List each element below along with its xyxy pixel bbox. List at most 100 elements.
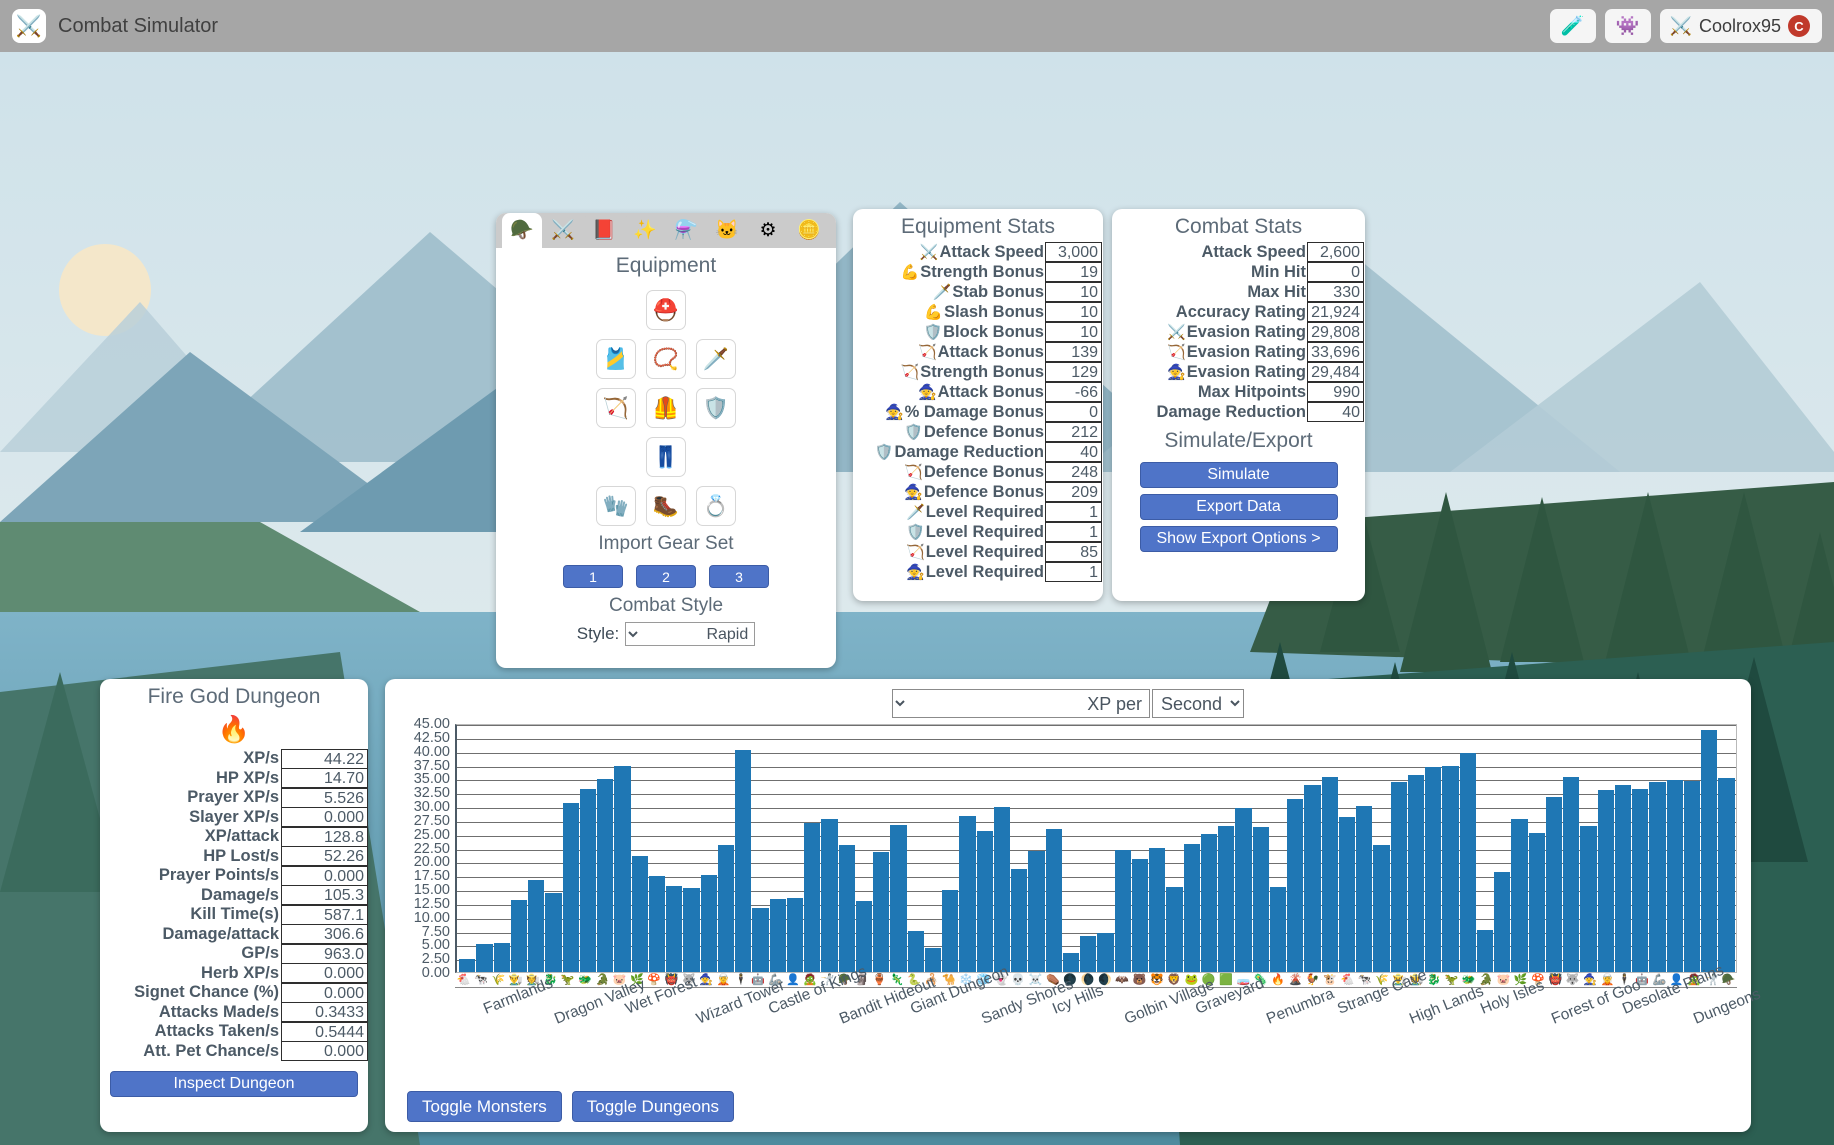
- export-data-button[interactable]: Export Data: [1139, 494, 1338, 520]
- chart-bar[interactable]: [1580, 825, 1597, 972]
- chart-bar[interactable]: [1183, 843, 1200, 972]
- chart-bar[interactable]: [1011, 868, 1028, 972]
- slot-quiver[interactable]: 🏹: [596, 388, 636, 428]
- chart-bar[interactable]: [528, 880, 545, 972]
- chart-bar[interactable]: [1545, 796, 1562, 972]
- inspect-dungeon-button[interactable]: Inspect Dungeon: [110, 1071, 358, 1097]
- chart-bar[interactable]: [1080, 936, 1097, 972]
- chart-bar[interactable]: [993, 807, 1010, 972]
- slot-shield[interactable]: 🛡️: [696, 388, 736, 428]
- chart-bar[interactable]: [1131, 858, 1148, 972]
- gear-set-button-3[interactable]: 3: [709, 565, 769, 588]
- metric-select[interactable]: XP perHP XP perPrayer XP perGP per: [892, 689, 1150, 718]
- chart-bar[interactable]: [683, 888, 700, 972]
- combat-style-select[interactable]: AccurateRapidLongrange: [625, 622, 756, 646]
- slot-platelegs[interactable]: 👖: [646, 437, 686, 477]
- show-export-options-button[interactable]: Show Export Options >: [1139, 526, 1338, 552]
- chart-bar[interactable]: [666, 886, 683, 972]
- chart-bar[interactable]: [1390, 781, 1407, 972]
- chart-bar[interactable]: [1528, 832, 1545, 972]
- chart-bar[interactable]: [1511, 819, 1528, 972]
- tab-combat[interactable]: ⚔️: [543, 213, 583, 248]
- chart-bar[interactable]: [717, 845, 734, 972]
- simulate-button[interactable]: Simulate: [1139, 462, 1338, 488]
- tab-loot[interactable]: 🪙: [789, 213, 829, 248]
- slot-weapon[interactable]: 🗡️: [696, 339, 736, 379]
- chart-bar[interactable]: [545, 893, 562, 972]
- monster-icon[interactable]: 👾: [1604, 9, 1651, 43]
- chart-bar[interactable]: [1200, 833, 1217, 972]
- toggle-monsters-button[interactable]: Toggle Monsters: [407, 1091, 562, 1122]
- chart-bar[interactable]: [786, 898, 803, 972]
- chart-bar[interactable]: [1373, 844, 1390, 972]
- user-chip[interactable]: ⚔️ Coolrox95 C: [1659, 9, 1822, 43]
- chart-bar[interactable]: [1097, 933, 1114, 972]
- tab-settings[interactable]: ⚙: [748, 213, 788, 248]
- chart-bar[interactable]: [631, 855, 648, 972]
- chart-bar[interactable]: [1287, 798, 1304, 972]
- chart-bar[interactable]: [648, 875, 665, 972]
- gear-set-button-2[interactable]: 2: [636, 565, 696, 588]
- chart-bar[interactable]: [700, 874, 717, 972]
- gear-set-button-1[interactable]: 1: [563, 565, 623, 588]
- chart-bar[interactable]: [1701, 730, 1718, 972]
- chart-bar[interactable]: [459, 958, 476, 972]
- tab-potions[interactable]: ⚗️: [666, 213, 706, 248]
- chart-bar[interactable]: [976, 830, 993, 972]
- chart-bar[interactable]: [1304, 784, 1321, 972]
- tab-pets[interactable]: 🐱: [707, 213, 747, 248]
- chart-bar[interactable]: [1338, 816, 1355, 972]
- chart-bar[interactable]: [924, 947, 941, 972]
- chart-bar[interactable]: [804, 823, 821, 972]
- chart-bar[interactable]: [1442, 766, 1459, 972]
- chart-bar[interactable]: [1269, 886, 1286, 972]
- chart-bar[interactable]: [1563, 777, 1580, 972]
- chart-bar[interactable]: [752, 908, 769, 972]
- chart-bar[interactable]: [493, 942, 510, 972]
- chart-bar[interactable]: [959, 815, 976, 972]
- chart-bar[interactable]: [821, 819, 838, 972]
- chart-bar[interactable]: [873, 852, 890, 972]
- slot-cape[interactable]: 🎽: [596, 339, 636, 379]
- chart-bar[interactable]: [942, 889, 959, 972]
- chart-bar[interactable]: [1235, 807, 1252, 972]
- chart-bar[interactable]: [1597, 789, 1614, 972]
- chart-bar[interactable]: [1149, 848, 1166, 972]
- chart-bar[interactable]: [1114, 850, 1131, 972]
- chart-bar[interactable]: [476, 943, 493, 972]
- chart-bar[interactable]: [1407, 775, 1424, 972]
- chart-bar[interactable]: [1045, 828, 1062, 972]
- chart-bar[interactable]: [597, 778, 614, 972]
- chart-bar[interactable]: [1252, 827, 1269, 972]
- chart-bar[interactable]: [769, 898, 786, 972]
- chart-bar[interactable]: [1476, 929, 1493, 972]
- chart-bar[interactable]: [614, 766, 631, 972]
- chart-bar[interactable]: [1614, 784, 1631, 972]
- slot-boots[interactable]: 🥾: [646, 486, 686, 526]
- slot-platebody[interactable]: 🦺: [646, 388, 686, 428]
- chart-bar[interactable]: [838, 844, 855, 972]
- tab-spells[interactable]: 📕: [584, 213, 624, 248]
- chart-bar[interactable]: [1321, 777, 1338, 972]
- chart-bar[interactable]: [1459, 753, 1476, 972]
- slot-helmet[interactable]: ⛑️: [646, 290, 686, 330]
- chart-bar[interactable]: [1218, 825, 1235, 972]
- tab-prayer[interactable]: ✨: [625, 213, 665, 248]
- chart-bar[interactable]: [562, 803, 579, 972]
- chart-bar[interactable]: [1649, 781, 1666, 972]
- chart-bar[interactable]: [1028, 850, 1045, 972]
- chart-bar[interactable]: [890, 824, 907, 972]
- chart-bar[interactable]: [1425, 767, 1442, 972]
- chart-bar[interactable]: [1666, 780, 1683, 972]
- chart-bar[interactable]: [855, 901, 872, 972]
- chart-bar[interactable]: [1356, 806, 1373, 972]
- chart-bar[interactable]: [1683, 780, 1700, 972]
- potion-icon[interactable]: 🧪: [1549, 9, 1596, 43]
- period-select[interactable]: SecondMinuteHourDay: [1152, 689, 1244, 718]
- tab-equipment[interactable]: 🪖: [502, 213, 542, 248]
- slot-amulet[interactable]: 📿: [646, 339, 686, 379]
- slot-ring[interactable]: 💍: [696, 486, 736, 526]
- toggle-dungeons-button[interactable]: Toggle Dungeons: [571, 1091, 735, 1122]
- slot-gloves[interactable]: 🧤: [596, 486, 636, 526]
- chart-bar[interactable]: [1632, 788, 1649, 972]
